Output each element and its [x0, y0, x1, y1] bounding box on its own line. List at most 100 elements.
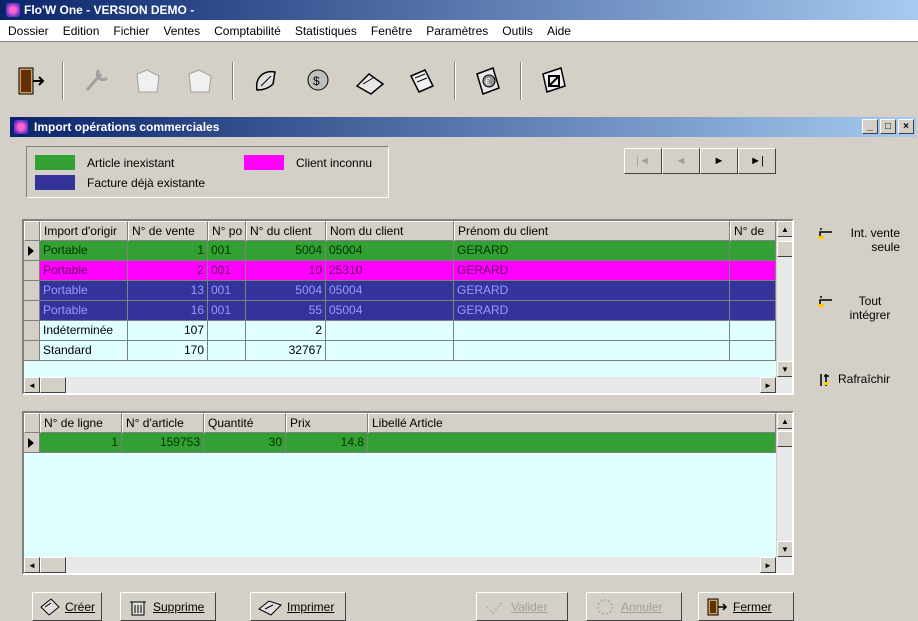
scroll-thumb[interactable]	[40, 557, 66, 573]
cell-num-po[interactable]: 001	[208, 261, 246, 281]
scroll-thumb[interactable]	[777, 241, 792, 257]
sales-grid-vscroll[interactable]: ▲ ▼	[776, 221, 792, 377]
scroll-up-button[interactable]: ▲	[777, 221, 792, 237]
cell-num-client[interactable]: 2	[246, 321, 326, 341]
cell-num-ligne[interactable]: 1	[40, 433, 122, 453]
menu-comptabilite[interactable]: Comptabilité	[214, 24, 281, 38]
cell-import-origine[interactable]: Portable	[40, 301, 128, 321]
scroll-thumb[interactable]	[40, 377, 66, 393]
fermer-button[interactable]: Fermer	[698, 592, 794, 621]
exit-door-icon[interactable]	[10, 61, 50, 101]
nav-first-button[interactable]: |◄	[624, 148, 662, 174]
settings-icon[interactable]	[534, 61, 574, 101]
cell-prenom-client[interactable]: GERARD	[454, 281, 730, 301]
tout-integrer-button[interactable]: Tout intégrer	[818, 294, 912, 322]
nav-prev-button[interactable]: ◄	[662, 148, 700, 174]
col-num-po[interactable]: N° po	[208, 221, 246, 241]
cell-import-origine[interactable]: Portable	[40, 261, 128, 281]
annuler-button[interactable]: Annuler	[586, 592, 682, 621]
cell-num-client[interactable]: 55	[246, 301, 326, 321]
imprimer-button[interactable]: Imprimer	[250, 592, 346, 621]
supprimer-button[interactable]: Supprime	[120, 592, 216, 621]
currency-icon[interactable]: €	[468, 61, 508, 101]
col-nom-client[interactable]: Nom du client	[326, 221, 454, 241]
table-row[interactable]: Standard 170 32767	[24, 341, 776, 361]
statistics-icon[interactable]	[350, 61, 390, 101]
col-num-de[interactable]: N° de	[730, 221, 776, 241]
col-num-client[interactable]: N° du client	[246, 221, 326, 241]
cell-num-po[interactable]: 001	[208, 241, 246, 261]
row-indicator[interactable]	[24, 241, 40, 261]
cell-num-vente[interactable]: 1	[128, 241, 208, 261]
nav-last-button[interactable]: ►|	[738, 148, 776, 174]
wrench-icon[interactable]	[76, 61, 116, 101]
cell-prix[interactable]: 14.8	[286, 433, 368, 453]
documents-icon[interactable]	[402, 61, 442, 101]
cell-prenom-client[interactable]	[454, 341, 730, 361]
valider-button[interactable]: Valider	[476, 592, 568, 621]
cell-num-client[interactable]: 5004	[246, 241, 326, 261]
scroll-down-button[interactable]: ▼	[777, 541, 792, 557]
cell-prenom-client[interactable]	[454, 321, 730, 341]
sales-grid-hscroll[interactable]: ◄ ►	[24, 377, 792, 393]
row-indicator[interactable]	[24, 301, 40, 321]
menu-edition[interactable]: Edition	[63, 24, 100, 38]
scroll-down-button[interactable]: ▼	[777, 361, 792, 377]
maximize-button[interactable]: □	[880, 119, 896, 134]
table-row[interactable]: Portable 16 001 55 05004 GERARD	[24, 301, 776, 321]
col-libelle-article[interactable]: Libellé Article	[368, 413, 776, 433]
minimize-button[interactable]: _	[862, 119, 878, 134]
folder-icon[interactable]	[180, 61, 220, 101]
scroll-right-button[interactable]: ►	[760, 557, 776, 573]
cell-num-de[interactable]	[730, 261, 776, 281]
cell-import-origine[interactable]: Standard	[40, 341, 128, 361]
col-import-origine[interactable]: Import d'origir	[40, 221, 128, 241]
cell-num-po[interactable]	[208, 341, 246, 361]
menu-aide[interactable]: Aide	[547, 24, 571, 38]
cell-num-de[interactable]	[730, 281, 776, 301]
cell-num-de[interactable]	[730, 301, 776, 321]
cell-nom-client[interactable]: 25310	[326, 261, 454, 281]
table-row[interactable]: Portable 13 001 5004 05004 GERARD	[24, 281, 776, 301]
cell-prenom-client[interactable]: GERARD	[454, 261, 730, 281]
cell-prenom-client[interactable]: GERARD	[454, 301, 730, 321]
cell-num-po[interactable]	[208, 321, 246, 341]
col-quantite[interactable]: Quantité	[204, 413, 286, 433]
row-indicator[interactable]	[24, 321, 40, 341]
cell-num-article[interactable]: 159753	[122, 433, 204, 453]
cell-num-client[interactable]: 32767	[246, 341, 326, 361]
row-indicator[interactable]	[24, 341, 40, 361]
menu-dossier[interactable]: Dossier	[8, 24, 49, 38]
row-indicator[interactable]	[24, 433, 40, 453]
articles-grid-hscroll[interactable]: ◄ ►	[24, 557, 792, 573]
cell-num-client[interactable]: 5004	[246, 281, 326, 301]
articles-grid[interactable]: N° de ligne N° d'article Quantité Prix L…	[22, 411, 794, 575]
rafraichir-button[interactable]: Rafraîchir	[818, 372, 912, 388]
col-prenom-client[interactable]: Prénom du client	[454, 221, 730, 241]
menu-fichier[interactable]: Fichier	[113, 24, 149, 38]
scroll-left-button[interactable]: ◄	[24, 377, 40, 393]
cell-prenom-client[interactable]: GERARD	[454, 241, 730, 261]
cell-num-de[interactable]	[730, 321, 776, 341]
cell-nom-client[interactable]	[326, 321, 454, 341]
menu-outils[interactable]: Outils	[502, 24, 533, 38]
cell-num-po[interactable]: 001	[208, 301, 246, 321]
cell-import-origine[interactable]: Indéterminée	[40, 321, 128, 341]
cell-import-origine[interactable]: Portable	[40, 281, 128, 301]
menu-ventes[interactable]: Ventes	[163, 24, 200, 38]
sales-grid[interactable]: Import d'origir N° de vente N° po N° du …	[22, 219, 794, 395]
table-row[interactable]: 1 159753 30 14.8	[24, 433, 776, 453]
cell-num-vente[interactable]: 2	[128, 261, 208, 281]
cell-quantite[interactable]: 30	[204, 433, 286, 453]
cell-nom-client[interactable]: 05004	[326, 241, 454, 261]
articles-grid-vscroll[interactable]: ▲ ▼	[776, 413, 792, 557]
menu-statistiques[interactable]: Statistiques	[295, 24, 357, 38]
folder-icon[interactable]	[128, 61, 168, 101]
close-button[interactable]: ×	[898, 119, 914, 134]
creer-button[interactable]: Créer	[32, 592, 102, 621]
cell-nom-client[interactable]: 05004	[326, 281, 454, 301]
col-num-ligne[interactable]: N° de ligne	[40, 413, 122, 433]
cell-num-vente[interactable]: 170	[128, 341, 208, 361]
scroll-left-button[interactable]: ◄	[24, 557, 40, 573]
row-indicator[interactable]	[24, 281, 40, 301]
